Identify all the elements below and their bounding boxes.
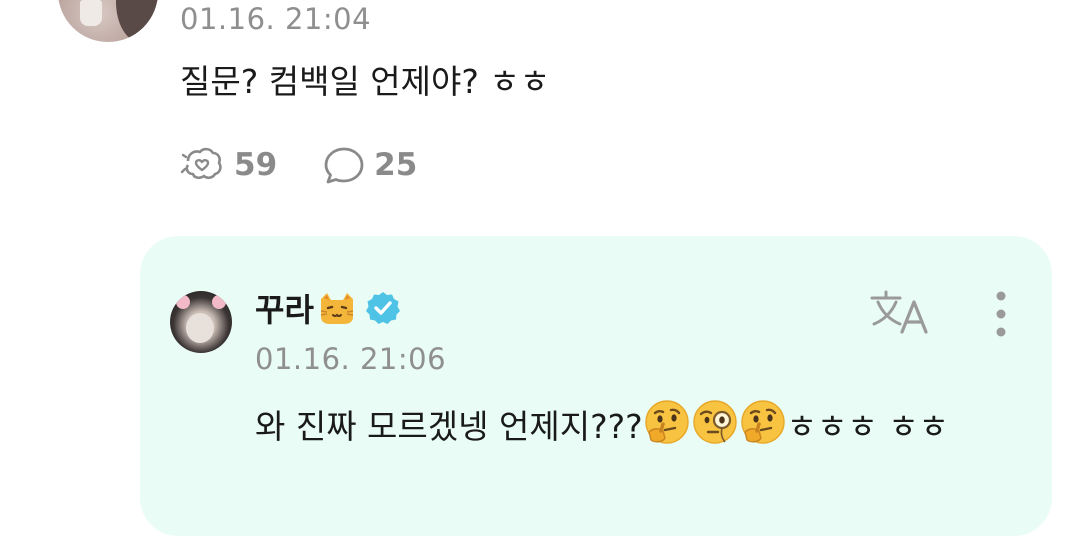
avatar-cup <box>80 0 102 26</box>
thinking-face-emoji <box>739 398 787 446</box>
reply-button[interactable]: 25 <box>322 145 417 185</box>
more-options-button[interactable] <box>986 288 1016 340</box>
verified-badge-icon <box>365 290 401 330</box>
avatar-face <box>186 313 214 343</box>
bubble-heart-icon <box>180 145 226 185</box>
reply-author-avatar[interactable] <box>170 291 232 353</box>
reply-author-row: 꾸라 <box>255 290 401 330</box>
reply-text: 와 진짜 모르겠넹 언제지??? ㅎㅎㅎ ㅎㅎ <box>255 398 975 455</box>
translate-button[interactable] <box>870 288 936 338</box>
reply-timestamp: 01.16. 21:06 <box>255 342 447 376</box>
like-button[interactable]: 59 <box>180 145 277 185</box>
avatar-hair <box>116 0 158 42</box>
like-count: 59 <box>234 147 278 183</box>
avatar-ear-right <box>212 295 226 309</box>
translate-icon <box>870 290 936 342</box>
reply-text-prefix: 와 진짜 모르겠넹 언제지??? <box>255 407 643 446</box>
reply-text-suffix: ㅎㅎㅎ ㅎㅎ <box>786 407 949 446</box>
cat-face-emoji <box>317 291 357 329</box>
reply-card: 꾸라 01.16. 21:06 와 진짜 모르겠넹 언제지??? ㅎㅎㅎ ㅎㅎ <box>140 236 1052 536</box>
commenter-avatar[interactable] <box>58 0 158 42</box>
reply-author-name[interactable]: 꾸라 <box>255 290 314 330</box>
speech-bubble-icon <box>322 145 366 185</box>
avatar-ear-left <box>176 295 190 309</box>
thinking-face-emoji <box>643 398 691 446</box>
comment-actions: 59 25 <box>180 143 462 187</box>
comment-timestamp: 01.16. 21:04 <box>180 2 372 36</box>
more-vertical-icon <box>986 291 1016 344</box>
comment-text: 질문? 컴백일 언제야? ㅎㅎ <box>180 62 551 101</box>
reply-count: 25 <box>374 147 418 183</box>
face-with-monocle-emoji <box>691 398 739 446</box>
